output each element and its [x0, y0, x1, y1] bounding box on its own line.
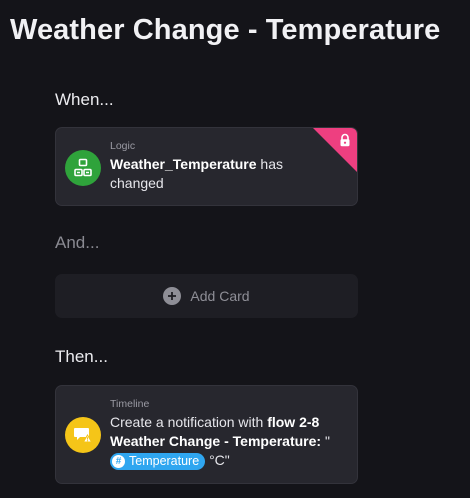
token-label: Temperature	[129, 454, 200, 468]
description-part: has	[256, 156, 284, 172]
when-heading: When...	[55, 90, 114, 109]
then-card-description: Create a notification with flow 2-8 Weath…	[110, 413, 350, 470]
flow-title: Weather Change - Temperature:	[110, 433, 322, 449]
lock-icon	[340, 133, 350, 147]
add-card-label: Add Card	[190, 288, 250, 304]
then-heading: Then...	[55, 347, 108, 366]
description-part: Create a notification with	[110, 414, 268, 430]
and-heading: And...	[55, 233, 100, 252]
when-card[interactable]: Logic Weather_Temperature has changed	[55, 127, 358, 206]
flow-name: flow 2-8	[267, 414, 320, 430]
then-card[interactable]: Timeline Create a notification with flow…	[55, 385, 358, 484]
card-category: Timeline	[110, 398, 150, 410]
number-tag-icon: #	[112, 455, 125, 468]
description-part: "	[321, 433, 330, 449]
variable-name: Weather_Temperature	[110, 156, 257, 172]
description-part: changed	[110, 175, 164, 191]
logic-icon	[65, 150, 101, 186]
temperature-token[interactable]: # Temperature	[110, 453, 206, 470]
page-title: Weather Change - Temperature	[10, 14, 441, 46]
add-card-button[interactable]: Add Card	[55, 274, 358, 318]
description-part: °C"	[205, 452, 230, 468]
timeline-notification-icon	[65, 417, 101, 453]
plus-circle-icon	[163, 287, 182, 305]
card-category: Logic	[110, 140, 136, 152]
